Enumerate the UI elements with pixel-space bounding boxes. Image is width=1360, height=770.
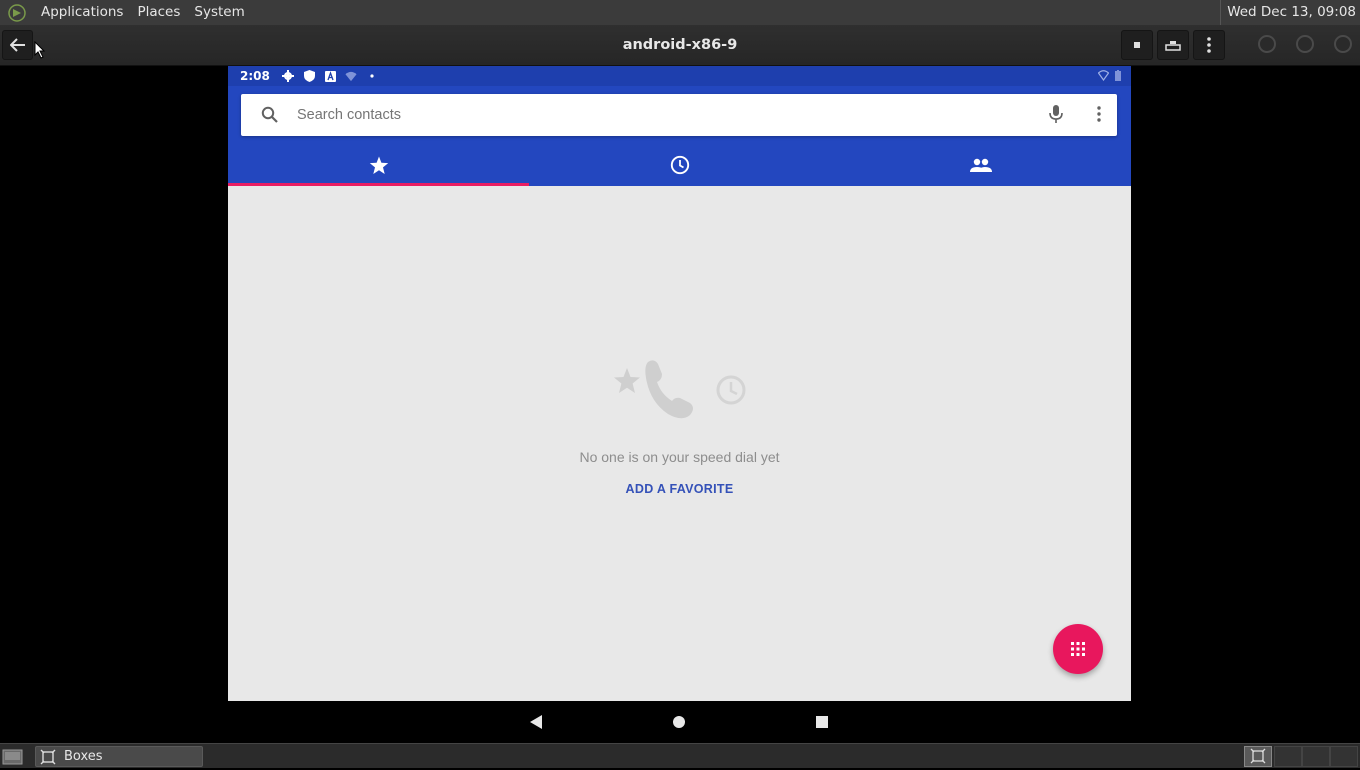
distro-logo-icon[interactable] (6, 2, 28, 24)
nav-home-button[interactable] (670, 713, 688, 731)
square-recents-icon (816, 716, 828, 728)
microphone-icon[interactable] (1049, 105, 1063, 124)
search-box[interactable] (241, 94, 1117, 136)
tab-speed-dial[interactable] (228, 144, 529, 186)
more-vert-icon (1207, 37, 1211, 53)
stop-icon (1134, 42, 1140, 48)
workspace-1[interactable] (1244, 746, 1272, 767)
boxes-window-thumb-icon (1250, 748, 1266, 764)
settings-icon (282, 70, 295, 82)
dialer-tabs (228, 144, 1131, 186)
dialpad-fab-button[interactable] (1053, 624, 1103, 674)
top-panel: Applications Places System Wed Dec 13, 0… (0, 0, 1360, 25)
nav-recents-button[interactable] (813, 713, 831, 731)
empty-state-message: No one is on your speed dial yet (579, 449, 780, 465)
back-button[interactable] (2, 30, 33, 60)
system-menu[interactable]: System (187, 0, 251, 25)
panel-clock[interactable]: Wed Dec 13, 09:08 (1220, 0, 1356, 25)
android-status-bar: 2:08 (228, 66, 1131, 86)
bottom-panel: Boxes (0, 743, 1360, 768)
places-menu[interactable]: Places (130, 0, 187, 25)
wifi-off-icon (345, 70, 357, 82)
close-button[interactable] (1334, 35, 1352, 53)
send-key-button[interactable] (1121, 30, 1153, 60)
dialer-app-bar (228, 86, 1131, 186)
star-icon (369, 156, 388, 174)
wifi-signal-icon (1098, 70, 1109, 81)
font-a-icon (324, 70, 336, 82)
window-title: android-x86-9 (622, 37, 738, 53)
boxes-icon (40, 749, 56, 764)
show-desktop-icon[interactable] (2, 747, 24, 766)
taskbar-item-label: Boxes (64, 749, 103, 764)
status-time: 2:08 (240, 69, 270, 83)
speed-dial-empty-illustration (614, 360, 746, 419)
phone-illustration-icon (645, 360, 693, 419)
keyboard-icon (1165, 41, 1181, 51)
maximize-button[interactable] (1296, 35, 1314, 53)
battery-icon (1115, 70, 1121, 81)
android-nav-bar (228, 701, 1131, 743)
notification-dot-icon (366, 70, 378, 82)
search-contacts-input[interactable] (297, 102, 1017, 128)
circle-home-icon (673, 716, 685, 728)
star-illustration-icon (614, 368, 640, 393)
clock-icon (670, 155, 689, 175)
properties-menu-button[interactable] (1193, 30, 1225, 60)
tab-contacts[interactable] (830, 144, 1131, 186)
dialpad-icon (1071, 642, 1085, 656)
android-screen[interactable]: 2:08 Search contacts No one is on your s… (228, 66, 1131, 701)
keyboard-button[interactable] (1157, 30, 1189, 60)
nav-back-button[interactable] (527, 713, 545, 731)
people-icon (969, 158, 992, 172)
workspace-4[interactable] (1330, 746, 1358, 767)
workspace-2[interactable] (1274, 746, 1302, 767)
workspace-3[interactable] (1302, 746, 1330, 767)
search-icon (261, 106, 278, 123)
triangle-back-icon (530, 715, 542, 729)
mouse-cursor-icon (34, 41, 46, 59)
tab-recents[interactable] (529, 144, 830, 186)
taskbar-item-boxes[interactable]: Boxes (35, 746, 203, 767)
window-titlebar: android-x86-9 (0, 25, 1360, 66)
shield-icon (303, 70, 315, 82)
applications-menu[interactable]: Applications (34, 0, 130, 25)
arrow-left-icon (9, 38, 25, 52)
more-options-icon[interactable] (1097, 106, 1101, 122)
add-favorite-link[interactable]: ADD A FAVORITE (228, 482, 1131, 496)
minimize-button[interactable] (1258, 35, 1276, 53)
